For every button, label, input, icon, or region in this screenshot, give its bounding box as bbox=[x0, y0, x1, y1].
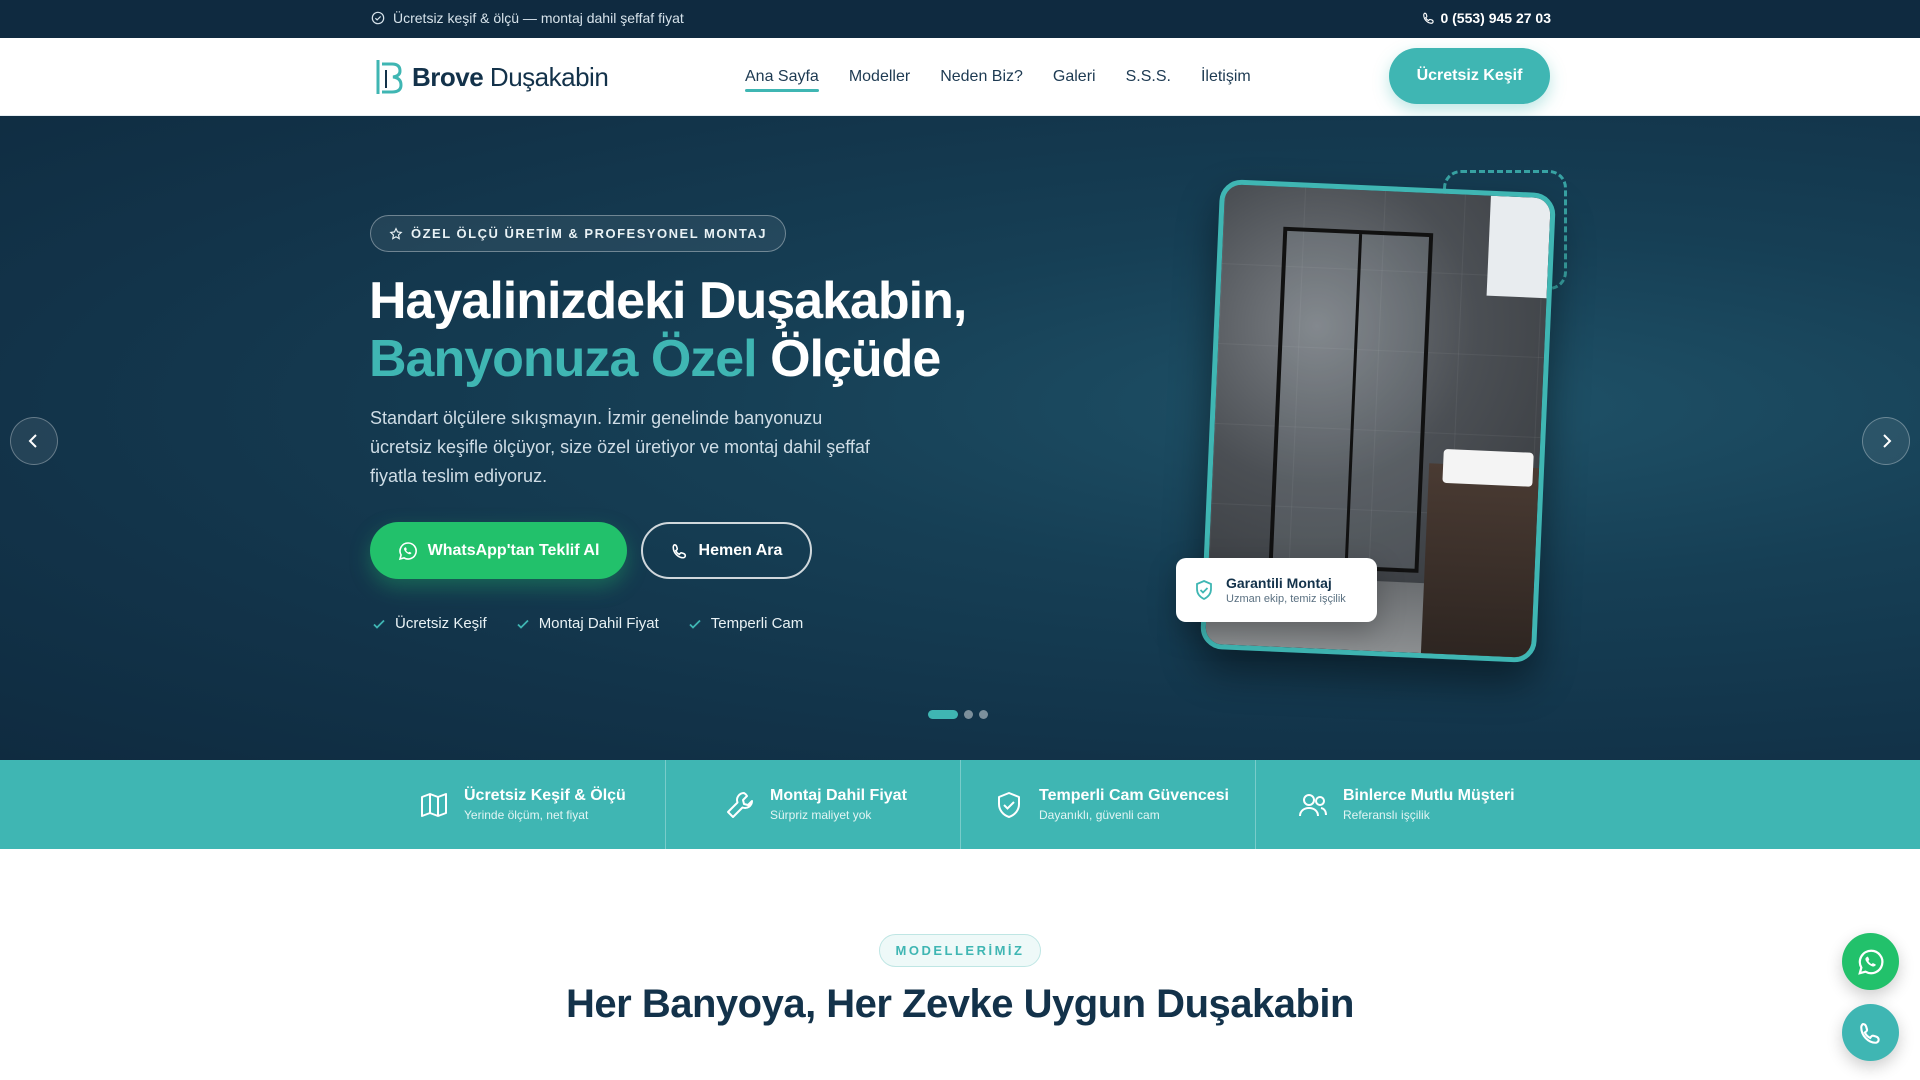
site-header: Brove Duşakabin Ana Sayfa Modeller Neden… bbox=[0, 38, 1920, 116]
topbar-phone-text[interactable]: 0 (553) 945 27 03 bbox=[1440, 10, 1551, 26]
slider-dot-2[interactable] bbox=[964, 710, 973, 719]
phone-icon bbox=[1859, 1022, 1880, 1044]
call-now-button[interactable]: Hemen Ara bbox=[641, 522, 812, 579]
main-nav: Ana Sayfa Modeller Neden Biz? Galeri S.S… bbox=[745, 68, 1251, 92]
slider-dots bbox=[928, 710, 988, 719]
chevron-right-icon bbox=[1883, 434, 1892, 448]
check-item: Ücretsiz Keşif bbox=[371, 615, 487, 632]
feature-free-discovery: Ücretsiz Keşif & Ölçü Yerinde ölçüm, net… bbox=[418, 760, 626, 849]
whatsapp-quote-button[interactable]: WhatsApp'tan Teklif Al bbox=[370, 522, 627, 579]
hero-checklist: Ücretsiz Keşif Montaj Dahil Fiyat Temper… bbox=[371, 615, 803, 632]
hero-slider: ÖZEL ÖLÇÜ ÜRETİM & PROFESYONEL MONTAJ Ha… bbox=[0, 116, 1920, 760]
hero-title-line1: Hayalinizdeki Duşakabin, bbox=[369, 272, 967, 330]
slider-dot-1[interactable] bbox=[928, 710, 958, 719]
slider-dot-3[interactable] bbox=[979, 710, 988, 719]
free-discovery-button[interactable]: Ücretsiz Keşif bbox=[1389, 48, 1550, 104]
feature-tempered-glass: Temperli Cam Güvencesi Dayanıklı, güvenl… bbox=[993, 760, 1229, 849]
slider-prev-button[interactable] bbox=[10, 417, 58, 465]
map-icon bbox=[421, 792, 447, 817]
brand-logo[interactable]: Brove Duşakabin bbox=[374, 56, 609, 98]
guarantee-card: Garantili Montaj Uzman ekip, temiz işçil… bbox=[1176, 558, 1377, 622]
shield-check-icon bbox=[1196, 580, 1212, 601]
nav-item-why-us[interactable]: Neden Biz? bbox=[940, 68, 1023, 92]
users-icon bbox=[1299, 793, 1327, 816]
nav-item-models[interactable]: Modeller bbox=[849, 68, 910, 92]
floating-whatsapp-button[interactable] bbox=[1842, 933, 1899, 990]
hero-badge-text: ÖZEL ÖLÇÜ ÜRETİM & PROFESYONEL MONTAJ bbox=[411, 226, 767, 241]
feature-installation-included: Montaj Dahil Fiyat Sürpriz maliyet yok bbox=[724, 760, 907, 849]
check-item: Montaj Dahil Fiyat bbox=[515, 615, 659, 632]
topbar-phone[interactable]: 0 (553) 945 27 03 bbox=[1422, 10, 1551, 26]
whatsapp-icon bbox=[1857, 949, 1883, 975]
floating-call-button[interactable] bbox=[1842, 1004, 1899, 1061]
nav-item-contact[interactable]: İletişim bbox=[1201, 68, 1251, 92]
phone-icon bbox=[672, 543, 686, 559]
top-bar: Ücretsiz keşif & ölçü — montaj dahil şef… bbox=[0, 0, 1920, 38]
hero-title-rest: Ölçüde bbox=[756, 330, 941, 388]
whatsapp-icon bbox=[398, 541, 417, 560]
hero-title: Hayalinizdeki Duşakabin, Banyonuza Özel … bbox=[369, 272, 967, 388]
hero-badge: ÖZEL ÖLÇÜ ÜRETİM & PROFESYONEL MONTAJ bbox=[370, 215, 786, 252]
phone-icon bbox=[1423, 12, 1435, 24]
nav-item-faq[interactable]: S.S.S. bbox=[1126, 68, 1171, 92]
divider bbox=[960, 760, 961, 849]
feature-happy-customers: Binlerce Mutlu Müşteri Referanslı işçili… bbox=[1297, 760, 1515, 849]
nav-item-gallery[interactable]: Galeri bbox=[1053, 68, 1096, 92]
nav-item-home[interactable]: Ana Sayfa bbox=[745, 68, 819, 92]
shield-check-icon bbox=[998, 791, 1020, 818]
models-section-badge: MODELLERİMİZ bbox=[879, 934, 1041, 967]
divider bbox=[665, 760, 666, 849]
star-icon bbox=[389, 226, 403, 240]
topbar-notice-text: Ücretsiz keşif & ölçü — montaj dahil şef… bbox=[393, 10, 684, 26]
check-circle-icon bbox=[371, 11, 385, 25]
topbar-notice: Ücretsiz keşif & ölçü — montaj dahil şef… bbox=[371, 10, 684, 26]
wrench-icon bbox=[727, 791, 753, 818]
models-section-title: Her Banyoya, Her Zevke Uygun Duşakabin bbox=[566, 982, 1354, 1026]
check-icon bbox=[517, 619, 529, 629]
brand-name: Brove Duşakabin bbox=[412, 61, 609, 92]
brand-logo-icon bbox=[376, 60, 403, 94]
check-icon bbox=[689, 619, 701, 629]
slider-next-button[interactable] bbox=[1862, 417, 1910, 465]
features-strip: Ücretsiz Keşif & Ölçü Yerinde ölçüm, net… bbox=[0, 760, 1920, 849]
check-icon bbox=[373, 619, 385, 629]
chevron-left-icon bbox=[28, 434, 37, 448]
hero-lead: Standart ölçülere sıkışmayın. İzmir gene… bbox=[370, 408, 870, 486]
hero-title-accent: Banyonuza Özel bbox=[369, 330, 758, 388]
check-item: Temperli Cam bbox=[687, 615, 803, 632]
guarantee-title: Garantili Montaj bbox=[1226, 575, 1332, 591]
divider bbox=[1255, 760, 1256, 849]
guarantee-subtitle: Uzman ekip, temiz işçilik bbox=[1226, 593, 1346, 605]
